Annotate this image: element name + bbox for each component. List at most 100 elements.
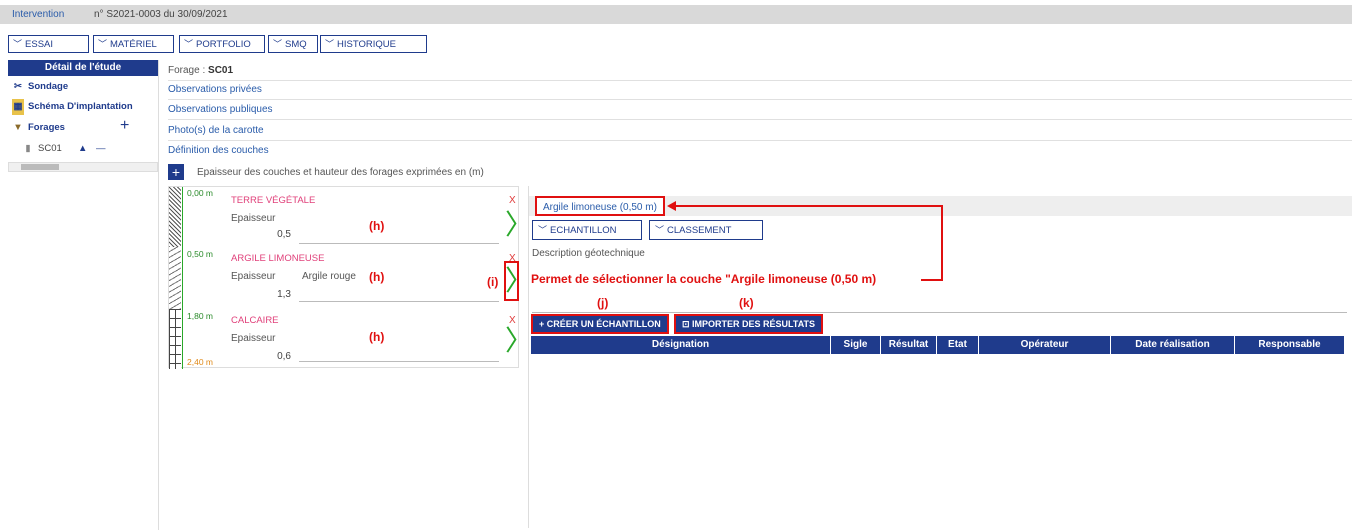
layer-name: ARGILE LIMONEUSE bbox=[231, 253, 325, 264]
thickness-label: Epaisseur bbox=[231, 271, 276, 282]
annotation-h: (h) bbox=[369, 219, 385, 233]
forage-label: Forage : bbox=[168, 65, 206, 76]
menu-historique-button[interactable]: ﹀ HISTORIQUE bbox=[320, 35, 427, 53]
intervention-reference: n° S2021-0003 du 30/09/2021 bbox=[94, 9, 228, 20]
column-header[interactable]: Etat bbox=[937, 336, 979, 354]
drill-icon: ▼ bbox=[13, 122, 23, 133]
chevron-down-icon: ﹀ bbox=[13, 39, 23, 49]
remove-forage-button[interactable]: — bbox=[96, 141, 106, 157]
menu-materiel-button[interactable]: ﹀ MATÉRIEL bbox=[93, 35, 174, 53]
section-observations-publiques[interactable]: Observations publiques bbox=[168, 101, 1352, 120]
layer-description-input[interactable] bbox=[299, 335, 499, 362]
layers-panel: 0,00 m TERRE VÉGÉTALE Epaisseur 0,5 (h) … bbox=[168, 186, 533, 369]
chevron-down-icon: ﹀ bbox=[98, 39, 108, 49]
add-layer-button[interactable]: + bbox=[168, 164, 184, 180]
layer-pattern-clay bbox=[169, 247, 181, 309]
core-icon: ▮ bbox=[25, 143, 31, 154]
layer-name: CALCAIRE bbox=[231, 315, 279, 326]
chevron-down-icon: ﹀ bbox=[325, 39, 335, 49]
section-observations-privees[interactable]: Observations privées bbox=[168, 81, 1352, 100]
tools-icon: ✂ bbox=[14, 81, 22, 92]
selected-layer-tab[interactable]: Argile limoneuse (0,50 m) bbox=[535, 196, 665, 216]
thickness-input[interactable]: 1,3 bbox=[241, 289, 291, 300]
import-icon: ⊡ bbox=[682, 319, 693, 329]
section-definition-couches[interactable]: Définition des couches bbox=[168, 142, 1352, 160]
annotation-arrow-line bbox=[675, 205, 943, 207]
chevron-down-icon: ﹀ bbox=[538, 225, 548, 235]
button-label: IMPORTER DES RÉSULTATS bbox=[692, 319, 816, 329]
menu-smq-button[interactable]: ﹀ SMQ bbox=[268, 35, 318, 53]
layer-description-text: Argile rouge bbox=[302, 271, 356, 282]
samples-table-header: Désignation Sigle Résultat Etat Opérateu… bbox=[531, 336, 1345, 368]
bag-icon[interactable]: ▲ bbox=[78, 141, 87, 157]
map-icon: ▦ bbox=[12, 99, 24, 115]
description-textarea[interactable] bbox=[532, 260, 1347, 313]
column-header[interactable]: Responsable validation bbox=[1235, 336, 1345, 368]
button-label: CLASSEMENT bbox=[667, 225, 732, 236]
scrollbar-thumb[interactable] bbox=[21, 164, 59, 170]
sidebar-item-label: Schéma D'implantation bbox=[28, 101, 133, 112]
menu-label: HISTORIQUE bbox=[337, 39, 396, 50]
plus-icon: + bbox=[539, 319, 547, 329]
section-photos-carotte[interactable]: Photo(s) de la carotte bbox=[168, 122, 1352, 141]
sidebar-item-label: Sondage bbox=[28, 81, 69, 92]
layer-description-input[interactable] bbox=[299, 217, 499, 244]
chevron-down-icon: ﹀ bbox=[184, 39, 194, 49]
classement-button[interactable]: ﹀ CLASSEMENT bbox=[649, 220, 763, 240]
button-label: CRÉER UN ÉCHANTILLON bbox=[546, 319, 661, 329]
sidebar-item-sondage[interactable]: ✂ Sondage bbox=[12, 79, 68, 95]
annotation-note: Permet de sélectionner la couche "Argile… bbox=[531, 272, 877, 286]
sidebar-item-forages[interactable]: ▼ Forages + bbox=[12, 118, 152, 136]
annotation-k: (k) bbox=[739, 296, 754, 310]
layer-depth: 1,80 m bbox=[187, 311, 213, 321]
column-header[interactable]: Désignation bbox=[531, 336, 831, 354]
depth-axis bbox=[182, 187, 183, 369]
annotation-arrowhead bbox=[667, 201, 676, 211]
thickness-input[interactable]: 0,6 bbox=[241, 351, 291, 362]
delete-layer-button[interactable]: X bbox=[509, 195, 516, 206]
annotation-j: (j) bbox=[597, 296, 609, 310]
horizontal-scrollbar[interactable] bbox=[8, 162, 158, 172]
menu-label: MATÉRIEL bbox=[110, 39, 157, 50]
layer-depth: 0,50 m bbox=[187, 249, 213, 259]
sidebar-subitem-sc01[interactable]: ▮ SC01 ▲ — bbox=[22, 141, 142, 157]
annotation-h: (h) bbox=[369, 270, 385, 284]
thickness-input[interactable]: 0,5 bbox=[241, 229, 291, 240]
layer-pattern-topsoil bbox=[169, 187, 181, 247]
chevron-down-icon: ﹀ bbox=[273, 39, 283, 49]
create-sample-button[interactable]: + CRÉER UN ÉCHANTILLON bbox=[531, 314, 669, 334]
forage-header: Forage : SC01 bbox=[168, 62, 1352, 81]
add-forage-button[interactable]: + bbox=[120, 118, 129, 134]
button-label: ECHANTILLON bbox=[550, 225, 617, 236]
layer-pattern-limestone bbox=[169, 309, 181, 369]
top-bar: Intervention n° S2021-0003 du 30/09/2021 bbox=[0, 5, 1352, 24]
column-header[interactable]: Opérateur bbox=[979, 336, 1111, 354]
forage-value: SC01 bbox=[208, 65, 234, 76]
layers-caption: Epaisseur des couches et hauteur des for… bbox=[197, 167, 484, 178]
menu-label: PORTFOLIO bbox=[196, 39, 251, 50]
echantillon-button[interactable]: ﹀ ECHANTILLON bbox=[532, 220, 642, 240]
intervention-tab[interactable]: Intervention bbox=[12, 9, 64, 20]
layer-depth: 0,00 m bbox=[187, 188, 213, 198]
menu-portfolio-button[interactable]: ﹀ PORTFOLIO bbox=[179, 35, 265, 53]
thickness-label: Epaisseur bbox=[231, 333, 276, 344]
menu-label: SMQ bbox=[285, 39, 307, 50]
panel-title: Détail de l'étude bbox=[8, 60, 158, 76]
sidebar-item-label: Forages bbox=[28, 122, 65, 133]
layer-detail-panel: Argile limoneuse (0,50 m) ﹀ ECHANTILLON ﹀… bbox=[528, 186, 1352, 528]
column-header[interactable]: Date réalisation bbox=[1111, 336, 1235, 354]
sidebar-subitem-label: SC01 bbox=[38, 143, 62, 154]
column-header[interactable]: Sigle bbox=[831, 336, 881, 354]
annotation-h: (h) bbox=[369, 330, 385, 344]
menu-label: ESSAI bbox=[25, 39, 54, 50]
description-label: Description géotechnique bbox=[532, 248, 645, 259]
sidebar-item-schema[interactable]: ▦ Schéma D'implantation bbox=[12, 99, 133, 115]
bottom-depth: 2,40 m bbox=[187, 357, 213, 367]
thickness-label: Epaisseur bbox=[231, 213, 276, 224]
annotation-i: (i) bbox=[487, 275, 499, 289]
menu-essai-button[interactable]: ﹀ ESSAI bbox=[8, 35, 89, 53]
column-header[interactable]: Résultat bbox=[881, 336, 937, 354]
import-results-button[interactable]: ⊡ IMPORTER DES RÉSULTATS bbox=[674, 314, 824, 334]
layer-name: TERRE VÉGÉTALE bbox=[231, 195, 316, 206]
study-detail-panel: Détail de l'étude ✂ Sondage ▦ Schéma D'imp… bbox=[8, 60, 159, 530]
